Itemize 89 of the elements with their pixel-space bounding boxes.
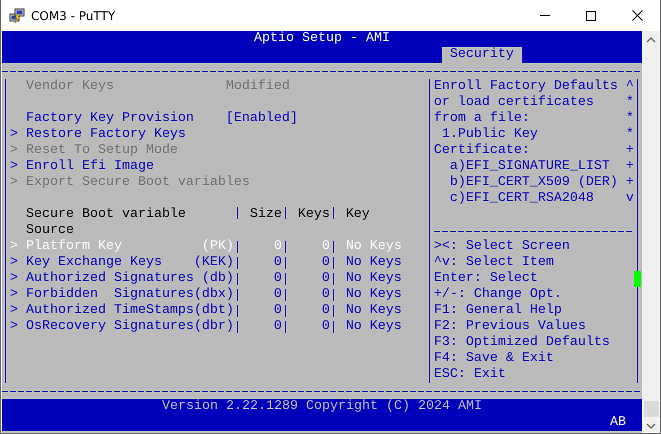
variable-abbreviation: (db) [202, 271, 234, 287]
variable-name[interactable]: Authorized Signatures [26, 271, 194, 287]
column-header: Source [26, 223, 74, 239]
setup-title: Aptio Setup - AMI [254, 31, 390, 47]
help-text: Enroll Factory Defaults [434, 79, 619, 95]
table-cell-text: 0 [320, 287, 330, 303]
variable-abbreviation: (dbr) [194, 319, 234, 335]
key-hint: F1: General Help [434, 303, 562, 319]
variable-abbreviation: (KEK) [194, 255, 234, 271]
scroll-indicator: + [626, 175, 634, 191]
table-cell-text: 0 [320, 255, 330, 271]
variable-abbreviation: (dbt) [194, 303, 234, 319]
table-cell-text: 0 [320, 303, 330, 319]
table-cell-text: 0 [272, 255, 282, 271]
scroll-indicator: ^ [626, 79, 634, 95]
menu-item[interactable]: Restore Factory Keys [26, 127, 186, 143]
scroll-indicator: * [626, 127, 634, 143]
computer-icon [9, 8, 25, 24]
table-cell-text: 0 [320, 239, 330, 255]
maximize-icon [586, 10, 596, 20]
scroll-up-icon[interactable] [646, 37, 656, 43]
scroll-indicator: v [626, 191, 634, 207]
key-hint: F3: Optimized Defaults [434, 335, 610, 351]
table-cell-text: 0 [320, 319, 330, 335]
status-text: AB [610, 415, 626, 431]
submenu-marker: > [10, 127, 19, 143]
scrollbar-thumb[interactable] [644, 401, 658, 417]
key-hint: ><: Select Screen [434, 239, 570, 255]
key-hint: F2: Previous Values [434, 319, 586, 335]
table-cell: No Keys [346, 271, 402, 287]
variable-name[interactable]: Forbidden Signatures [26, 287, 194, 303]
tab[interactable]: Security [442, 47, 522, 63]
help-text: from a file: [434, 111, 531, 127]
column-header: Secure Boot variable [26, 207, 187, 223]
column-header: Keys [296, 207, 330, 223]
table-cell-text: 0 [272, 319, 282, 335]
key-hint: +/-: Change Opt. [434, 287, 562, 303]
help-text: c)EFI_CERT_RSA2048 [448, 191, 595, 207]
table-cell-text: 0 [320, 271, 330, 287]
window-title: COM3 - PuTTY [31, 8, 116, 22]
table-cell-text: 0 [272, 239, 282, 255]
help-text: a)EFI_SIGNATURE_LIST [448, 159, 611, 175]
variable-abbreviation: (PK) [202, 239, 234, 255]
help-text: 1.Public Key [440, 127, 539, 143]
help-text: or load certificates [434, 95, 595, 111]
scroll-indicator: * [626, 111, 634, 127]
table-cell-text: 0 [272, 303, 282, 319]
table-cell: No Keys [346, 239, 402, 255]
scroll-down-icon[interactable] [646, 423, 656, 429]
table-cell: No Keys [346, 319, 402, 335]
vendor-keys-label: Vendor Keys [26, 79, 115, 95]
table-cell: No Keys [346, 255, 402, 271]
scroll-indicator: * [626, 95, 634, 111]
table-cell: No Keys [346, 303, 402, 319]
key-hint: ^v: Select Item [434, 255, 554, 271]
text-cursor [634, 271, 641, 287]
submenu-marker: > [10, 287, 19, 303]
key-hint: F4: Save & Exit [434, 351, 554, 367]
setting-value[interactable]: [Enabled] [226, 111, 298, 127]
submenu-marker: > [10, 271, 19, 287]
submenu-marker: > [10, 239, 19, 255]
scrollbar[interactable] [642, 31, 660, 433]
column-header: Key [346, 207, 370, 223]
submenu-marker: > [10, 255, 19, 271]
table-cell-text: 0 [272, 271, 282, 287]
scroll-indicator: + [626, 159, 634, 175]
setting-label[interactable]: Factory Key Provision [26, 111, 226, 127]
key-hint: Enter: Select [434, 271, 538, 287]
column-header: Size [248, 207, 282, 223]
submenu-marker: > [10, 319, 19, 335]
variable-name[interactable]: Key Exchange Keys [26, 255, 162, 271]
vendor-keys-status: Modified [226, 79, 290, 95]
submenu-marker: > [10, 143, 19, 159]
submenu-marker: > [10, 303, 19, 319]
scroll-indicator: + [626, 143, 634, 159]
variable-name[interactable]: OsRecovery Signatures [26, 319, 194, 335]
version-text: Version 2.22.1289 Copyright (C) 2024 AMI [162, 399, 482, 415]
table-cell-text: 0 [272, 287, 282, 303]
close-icon [632, 10, 642, 21]
minimize-icon [540, 15, 550, 16]
variable-abbreviation: (dbx) [194, 287, 234, 303]
menu-item[interactable]: Enroll Efi Image [26, 159, 154, 175]
key-hint: ESC: Exit [434, 367, 506, 383]
variable-name[interactable]: Authorized TimeStamps [26, 303, 194, 319]
table-cell: No Keys [346, 287, 402, 303]
submenu-marker: > [10, 159, 19, 175]
help-text: b)EFI_CERT_X509 (DER) [448, 175, 619, 191]
help-text: Certificate: [434, 143, 531, 159]
submenu-marker: > [10, 175, 19, 191]
